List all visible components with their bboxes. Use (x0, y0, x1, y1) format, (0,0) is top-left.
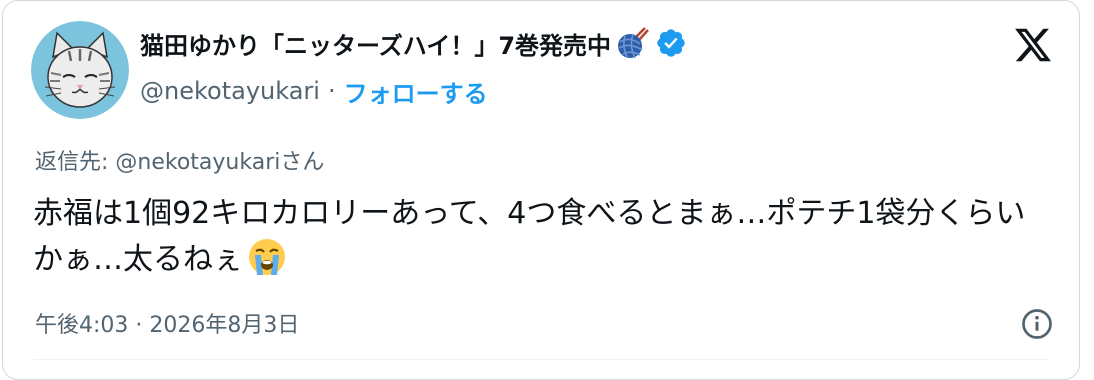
reply-to-line: 返信先: @nekotayukariさん (35, 144, 324, 176)
author-display-name[interactable]: 猫田ゆかり「ニッターズハイ！」7巻発売中 (140, 26, 611, 61)
x-logo-icon[interactable] (1013, 25, 1053, 65)
author-handle[interactable]: @nekotayukari (140, 77, 320, 105)
author-handle-row: @nekotayukari · フォローする (140, 71, 488, 111)
cat-avatar-image (31, 21, 129, 119)
tweet-text: 赤福は1個92キロカロリーあって、4つ食べるとまぁ…ポテチ1袋分くらいかぁ…太る… (33, 191, 1043, 283)
separator-dot: · (327, 77, 336, 105)
avatar[interactable] (31, 21, 129, 119)
reply-to-handle[interactable]: @nekotayukari (115, 150, 280, 175)
loudly-crying-face-icon (247, 237, 287, 277)
tweet-text-content: 赤福は1個92キロカロリーあって、4つ食べるとまぁ…ポテチ1袋分くらいかぁ…太る… (33, 196, 1026, 277)
tweet-card: 猫田ゆかり「ニッターズハイ！」7巻発売中 @nekotayukari · フォロ… (2, 0, 1080, 380)
follow-button[interactable]: フォローする (344, 74, 488, 109)
author-name-row: 猫田ゆかり「ニッターズハイ！」7巻発売中 (140, 23, 687, 63)
verified-badge-icon (655, 27, 687, 59)
divider (33, 359, 1049, 360)
yarn-ball-with-needles-icon (615, 26, 649, 60)
reply-to-prefix: 返信先: (35, 150, 116, 175)
info-icon[interactable] (1019, 306, 1055, 342)
tweet-timestamp[interactable]: 午後4:03 · 2026年8月3日 (35, 307, 299, 339)
reply-to-suffix: さん (280, 150, 325, 175)
